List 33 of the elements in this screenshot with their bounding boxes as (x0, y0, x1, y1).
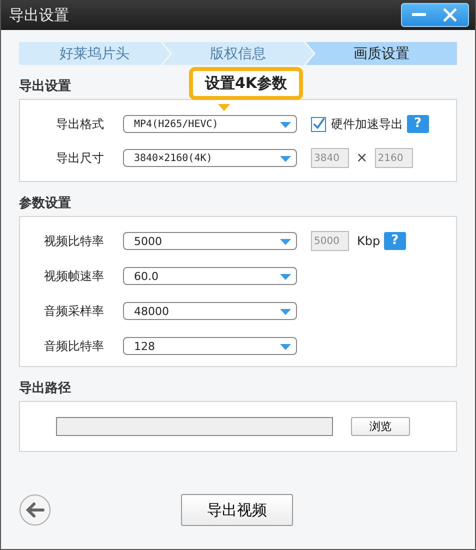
caret-icon (280, 344, 291, 350)
path-field[interactable] (56, 416, 333, 436)
format-dropdown[interactable]: MP4(H265/HEVC) (123, 115, 297, 133)
back-icon[interactable] (19, 494, 51, 526)
dropdown[interactable]: 128 (123, 337, 297, 355)
tooltip: 设置4K参数 (189, 67, 304, 100)
caret-icon (280, 156, 291, 162)
times-sign: × (356, 150, 368, 166)
field-label: 导出尺寸 (55, 150, 104, 166)
step-tab[interactable]: 画质设置 (306, 42, 457, 65)
checkbox[interactable] (311, 116, 326, 132)
dropdown[interactable]: 48000 (123, 302, 297, 320)
field-label: 视频帧速率 (43, 268, 104, 284)
tooltip-pointer-icon (218, 104, 230, 111)
checkbox-label: 硬件加速导出 (331, 116, 403, 132)
caret-icon (280, 309, 291, 315)
dropdown[interactable]: 5000 (123, 232, 297, 250)
field-label: 音频比特率 (43, 338, 104, 354)
field-label: 导出格式 (55, 116, 104, 132)
caret-icon (280, 239, 291, 245)
section-title: 导出设置 (19, 78, 71, 95)
export-video-button[interactable]: 导出视频 (181, 494, 293, 526)
dropdown[interactable]: 60.0 (123, 267, 297, 285)
browse-button[interactable]: 浏览 (351, 416, 410, 436)
caret-icon (280, 122, 291, 128)
size-dropdown[interactable]: 3840×2160(4K) (123, 149, 297, 167)
field-label: 音频采样率 (43, 302, 104, 320)
window-title: 导出设置 (9, 6, 69, 24)
section-title: 导出路径 (19, 380, 71, 397)
field-label: 视频比特率 (43, 232, 104, 250)
section-title: 参数设置 (19, 195, 71, 212)
unit-label: Kbp (357, 234, 380, 248)
caret-icon (280, 274, 291, 280)
